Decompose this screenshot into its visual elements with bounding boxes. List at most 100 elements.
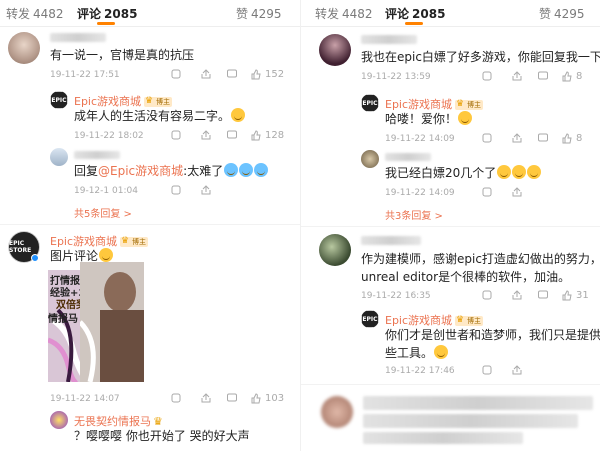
comment-icon[interactable]: [537, 132, 549, 144]
reply-text-line1: 你们才是创世者和造梦师，我们只是提供一: [385, 328, 600, 342]
reply-text: 我已经白嫖20几个了: [385, 164, 542, 182]
reply-text: 哈喽！爱你！: [385, 110, 473, 128]
commenter-avatar[interactable]: [319, 34, 351, 66]
smile-emoji-icon: [458, 111, 473, 125]
blurred-username: [50, 33, 106, 42]
smile-emoji-icon: [99, 248, 114, 262]
more-icon[interactable]: [481, 289, 493, 301]
share-icon[interactable]: [511, 364, 523, 376]
commenter-avatar[interactable]: [319, 234, 351, 266]
epic-store-avatar[interactable]: EPIC: [361, 310, 379, 328]
blurred-comment: [363, 432, 523, 444]
thumbs-up-icon: [562, 71, 572, 82]
epic-store-avatar[interactable]: EPIC: [361, 94, 379, 112]
comment-icon[interactable]: [537, 70, 549, 82]
reply-text: 回复@Epic游戏商城:太难了: [74, 162, 269, 180]
reply-time: 19-11-22 17:46: [385, 366, 455, 376]
comment-icon[interactable]: [226, 68, 238, 80]
tab-bar: 转发 4482 评论 2085 赞 4295: [0, 0, 300, 27]
more-icon[interactable]: [481, 132, 493, 144]
tab-divider: [301, 26, 600, 27]
like-button[interactable]: 103: [250, 392, 284, 404]
comment-text-line1: 作为建模师，感谢epic打造虚幻做出的努力，: [361, 252, 600, 266]
like-button[interactable]: 152: [250, 68, 284, 80]
more-icon[interactable]: [481, 186, 493, 198]
crown-icon: ♛: [121, 236, 130, 246]
share-icon[interactable]: [511, 186, 523, 198]
like-button[interactable]: 31: [561, 289, 589, 301]
blurred-comment: [363, 414, 578, 428]
more-icon[interactable]: [170, 392, 182, 404]
replier-avatar[interactable]: [50, 411, 68, 429]
more-icon[interactable]: [170, 129, 182, 141]
mention-link[interactable]: @Epic游戏商城: [98, 164, 183, 178]
tab-likes[interactable]: 赞 4295: [539, 5, 585, 22]
tab-likes[interactable]: 赞 4295: [236, 5, 282, 22]
reply-time: 19-11-22 14:09: [385, 134, 455, 144]
more-icon[interactable]: [481, 364, 493, 376]
view-more-replies-link[interactable]: 共3条回复 >: [385, 207, 443, 222]
commenter-avatar[interactable]: [321, 396, 353, 428]
tab-comments[interactable]: 评论 2085: [77, 5, 137, 22]
thumbs-up-icon: [562, 290, 572, 301]
blurred-username: [361, 236, 421, 245]
comment-divider: [0, 224, 300, 225]
crying-emoji-icon: [224, 163, 239, 177]
thumbs-up-icon: [251, 393, 261, 404]
blurred-username: [74, 151, 120, 159]
replier-avatar[interactable]: [361, 150, 379, 168]
share-icon[interactable]: [200, 129, 212, 141]
tab-comments[interactable]: 评论 2085: [385, 5, 445, 22]
face-artwork: [80, 272, 144, 382]
like-button[interactable]: 8: [561, 132, 582, 144]
reply-text-line2: 些工具。: [385, 344, 449, 362]
commenter-avatar[interactable]: [8, 32, 40, 64]
share-icon[interactable]: [511, 132, 523, 144]
crown-icon: ♛: [145, 96, 154, 106]
comment-text: 有一说一，官博是真的抗压: [50, 48, 195, 62]
view-more-replies-link[interactable]: 共5条回复 >: [74, 205, 132, 220]
comment-text: 我也在epic白嫖了好多游戏，你能回复我一下吗: [361, 50, 600, 64]
sweat-emoji-icon: [434, 345, 449, 359]
reply-time: 19-11-22 14:09: [385, 188, 455, 198]
active-tab-indicator: [97, 22, 115, 25]
crown-icon: ♛: [456, 99, 465, 109]
grin-emoji-icon: [512, 165, 527, 179]
crying-emoji-icon: [254, 163, 269, 177]
epic-store-avatar[interactable]: EPIC: [50, 91, 68, 109]
replier-avatar[interactable]: [50, 148, 68, 166]
more-icon[interactable]: [170, 184, 182, 196]
blogger-badge: ♛ 博主: [144, 96, 173, 107]
like-button[interactable]: 8: [561, 70, 582, 82]
reply-time: 19-11-22 18:02: [74, 131, 144, 141]
comment-text-line2: unreal editor是个很棒的软件，加油。: [361, 270, 571, 284]
blurred-comment: [363, 396, 593, 410]
like-button[interactable]: 128: [250, 129, 284, 141]
reply-text: ？嘤嘤嘤 你也开始了 哭的好大声: [74, 429, 250, 443]
tab-reposts[interactable]: 转发 4482: [6, 5, 64, 22]
comment-icon[interactable]: [537, 289, 549, 301]
share-icon[interactable]: [511, 70, 523, 82]
comment-time: 19-11-22 17:51: [50, 70, 120, 80]
left-comment-panel: 转发 4482 评论 2085 赞 4295 有一说一，官博是真的抗压 19-11-2…: [0, 0, 300, 451]
more-icon[interactable]: [481, 70, 493, 82]
tab-bar: 转发 4482 评论 2085 赞 4295: [301, 0, 600, 27]
share-icon[interactable]: [200, 392, 212, 404]
comment-icon[interactable]: [226, 392, 238, 404]
more-icon[interactable]: [170, 68, 182, 80]
tab-reposts[interactable]: 转发 4482: [315, 5, 373, 22]
crown-icon: ♛: [456, 315, 465, 325]
comment-time: 19-11-22 16:35: [361, 291, 431, 301]
share-icon[interactable]: [200, 184, 212, 196]
comment-divider: [301, 226, 600, 227]
share-icon[interactable]: [200, 68, 212, 80]
comment-image-face[interactable]: [80, 262, 144, 382]
grin-emoji-icon: [527, 165, 542, 179]
share-icon[interactable]: [511, 289, 523, 301]
comment-icon[interactable]: [226, 129, 238, 141]
tab-divider: [0, 26, 300, 27]
thumbs-up-icon: [251, 69, 261, 80]
sweat-emoji-icon: [231, 108, 246, 122]
grin-emoji-icon: [497, 165, 512, 179]
blogger-badge: ♛ 博主: [120, 236, 149, 247]
